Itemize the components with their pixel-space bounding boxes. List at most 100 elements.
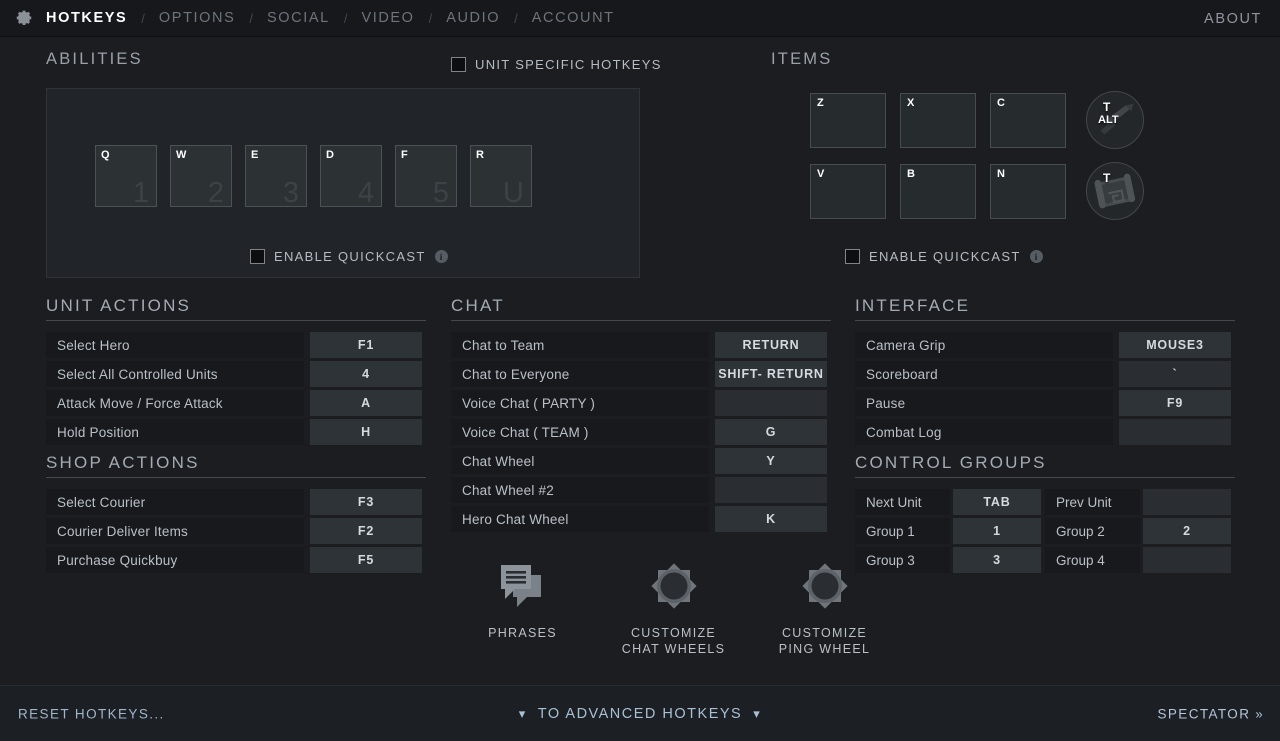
chat-wheel-icon bbox=[645, 555, 703, 617]
chat-header: CHAT bbox=[451, 296, 831, 316]
reset-hotkeys-button[interactable]: RESET HOTKEYS... bbox=[18, 706, 165, 721]
binding-key[interactable]: TAB bbox=[953, 489, 1041, 515]
info-icon[interactable]: i bbox=[435, 250, 448, 263]
divider bbox=[46, 320, 426, 321]
customize-ping-wheel-button[interactable]: CUSTOMIZE PING WHEEL bbox=[772, 555, 877, 657]
label-line-1: CUSTOMIZE bbox=[782, 626, 867, 640]
ability-slot-f[interactable]: F 5 bbox=[395, 145, 457, 207]
unit-specific-hotkeys-checkbox[interactable]: UNIT SPECIFIC HOTKEYS bbox=[451, 57, 662, 72]
item-slot-b[interactable]: B bbox=[900, 164, 976, 219]
binding-label: Voice Chat ( TEAM ) bbox=[451, 419, 709, 445]
binding-key[interactable]: F3 bbox=[310, 489, 422, 515]
binding-key[interactable]: MOUSE3 bbox=[1119, 332, 1231, 358]
item-key-letter: X bbox=[907, 97, 914, 109]
binding-label: Next Unit bbox=[855, 489, 950, 515]
table-row: Attack Move / Force Attack A bbox=[46, 390, 426, 416]
info-icon[interactable]: i bbox=[1030, 250, 1043, 263]
nav-separator: / bbox=[330, 11, 362, 26]
divider bbox=[855, 477, 1235, 478]
tp-scroll-slot[interactable]: T bbox=[1086, 162, 1144, 220]
item-slot-v[interactable]: V bbox=[810, 164, 886, 219]
items-row-top: Z X C T ALT bbox=[810, 91, 1144, 149]
checkbox-box[interactable] bbox=[451, 57, 466, 72]
table-row: Camera Grip MOUSE3 bbox=[855, 332, 1235, 358]
binding-key[interactable] bbox=[715, 477, 827, 503]
about-link[interactable]: ABOUT bbox=[1204, 11, 1262, 27]
items-section-title: ITEMS bbox=[771, 50, 832, 69]
table-row: Chat Wheel #2 bbox=[451, 477, 831, 503]
tab-video[interactable]: VIDEO bbox=[361, 10, 414, 26]
items-quickcast-checkbox[interactable]: ENABLE QUICKCAST i bbox=[845, 249, 1043, 264]
checkbox-box[interactable] bbox=[845, 249, 860, 264]
ability-slot-e[interactable]: E 3 bbox=[245, 145, 307, 207]
left-column: UNIT ACTIONS Select Hero F1 Select All C… bbox=[46, 296, 426, 576]
ability-slot-q[interactable]: Q 1 bbox=[95, 145, 157, 207]
tab-options[interactable]: OPTIONS bbox=[159, 10, 235, 26]
abilities-quickcast-label: ENABLE QUICKCAST bbox=[274, 249, 426, 264]
ability-slot-r[interactable]: R U bbox=[470, 145, 532, 207]
table-row: Purchase Quickbuy F5 bbox=[46, 547, 426, 573]
binding-key[interactable]: SHIFT- RETURN bbox=[715, 361, 827, 387]
binding-key[interactable]: 3 bbox=[953, 547, 1041, 573]
binding-key[interactable]: 1 bbox=[953, 518, 1041, 544]
binding-key[interactable]: F9 bbox=[1119, 390, 1231, 416]
ability-slot-w[interactable]: W 2 bbox=[170, 145, 232, 207]
ability-key-letter: W bbox=[176, 149, 187, 161]
binding-key[interactable]: A bbox=[310, 390, 422, 416]
binding-label: Group 2 bbox=[1045, 518, 1140, 544]
binding-key[interactable]: 4 bbox=[310, 361, 422, 387]
binding-key[interactable]: Y bbox=[715, 448, 827, 474]
customize-chat-wheels-label: CUSTOMIZE CHAT WHEELS bbox=[622, 625, 725, 657]
ability-key-letter: R bbox=[476, 149, 484, 161]
table-row: Combat Log bbox=[855, 419, 1235, 445]
top-navigation-bar: HOTKEYS / OPTIONS / SOCIAL / VIDEO / AUD… bbox=[0, 0, 1280, 37]
table-row: Select Courier F3 bbox=[46, 489, 426, 515]
spectator-button[interactable]: SPECTATOR » bbox=[1157, 706, 1264, 721]
binding-key[interactable]: H bbox=[310, 419, 422, 445]
binding-label: Chat to Everyone bbox=[451, 361, 709, 387]
ability-slot-number: 4 bbox=[358, 179, 374, 208]
ability-slot-d[interactable]: D 4 bbox=[320, 145, 382, 207]
abilities-panel: Q 1 W 2 E 3 D 4 F 5 R U bbox=[46, 88, 640, 278]
tab-hotkeys[interactable]: HOTKEYS bbox=[46, 10, 127, 26]
table-row: Chat Wheel Y bbox=[451, 448, 831, 474]
item-slot-z[interactable]: Z bbox=[810, 93, 886, 148]
tab-audio[interactable]: AUDIO bbox=[446, 10, 500, 26]
gear-icon[interactable] bbox=[0, 0, 46, 37]
nav-separator: / bbox=[500, 11, 532, 26]
binding-key[interactable]: ` bbox=[1119, 361, 1231, 387]
table-row: Pause F9 bbox=[855, 390, 1235, 416]
binding-key[interactable] bbox=[1143, 547, 1231, 573]
tab-social[interactable]: SOCIAL bbox=[267, 10, 330, 26]
customize-chat-wheels-button[interactable]: CUSTOMIZE CHAT WHEELS bbox=[621, 555, 726, 657]
phrases-label: PHRASES bbox=[488, 625, 557, 641]
tab-account[interactable]: ACCOUNT bbox=[532, 10, 615, 26]
items-grid: Z X C T ALT V B bbox=[810, 91, 1144, 233]
item-slot-x[interactable]: X bbox=[900, 93, 976, 148]
binding-key[interactable] bbox=[1143, 489, 1231, 515]
abilities-quickcast-checkbox[interactable]: ENABLE QUICKCAST i bbox=[250, 249, 448, 264]
right-column: INTERFACE Camera Grip MOUSE3 Scoreboard … bbox=[855, 296, 1235, 576]
binding-key[interactable]: 2 bbox=[1143, 518, 1231, 544]
table-row: Next Unit TAB Prev Unit bbox=[855, 489, 1235, 515]
binding-key[interactable]: RETURN bbox=[715, 332, 827, 358]
binding-key[interactable] bbox=[1119, 419, 1231, 445]
binding-key[interactable]: F1 bbox=[310, 332, 422, 358]
neutral-item-slot[interactable]: T ALT bbox=[1086, 91, 1144, 149]
binding-label: Prev Unit bbox=[1045, 489, 1140, 515]
binding-key[interactable]: G bbox=[715, 419, 827, 445]
binding-key[interactable] bbox=[715, 390, 827, 416]
to-advanced-hotkeys-button[interactable]: ▾ TO ADVANCED HOTKEYS ▾ bbox=[519, 706, 761, 722]
control-groups-title: CONTROL GROUPS bbox=[855, 453, 1047, 473]
items-row-bottom: V B N T bbox=[810, 162, 1144, 220]
binding-key[interactable]: K bbox=[715, 506, 827, 532]
item-slot-n[interactable]: N bbox=[990, 164, 1066, 219]
binding-key[interactable]: F2 bbox=[310, 518, 422, 544]
phrases-button[interactable]: PHRASES bbox=[470, 555, 575, 657]
checkbox-box[interactable] bbox=[250, 249, 265, 264]
ability-slot-number: 5 bbox=[433, 179, 449, 208]
table-row: Hero Chat Wheel K bbox=[451, 506, 831, 532]
binding-key[interactable]: F5 bbox=[310, 547, 422, 573]
item-slot-c[interactable]: C bbox=[990, 93, 1066, 148]
table-row: Chat to Everyone SHIFT- RETURN bbox=[451, 361, 831, 387]
